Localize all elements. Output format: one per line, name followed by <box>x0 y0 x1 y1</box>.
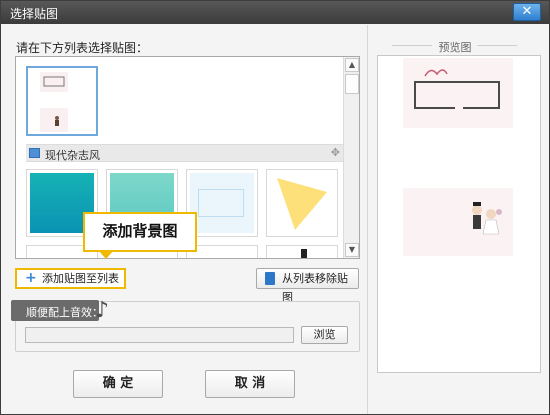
preview-bottom-card <box>403 188 513 256</box>
sticker-thumbnail-selected[interactable] <box>26 66 98 136</box>
window-title: 选择贴图 <box>10 7 59 21</box>
dark-shape-sticker <box>301 249 307 258</box>
ok-button[interactable]: 确 定 <box>73 370 163 398</box>
preview-title: 预览图 <box>438 41 472 54</box>
sound-file-input[interactable] <box>25 327 294 343</box>
sticker-preview-graphic <box>40 72 68 132</box>
light-blue-frame-sticker <box>190 173 254 233</box>
wedding-couple-graphic <box>472 202 502 235</box>
remove-sticker-button[interactable]: 从列表移除贴图 <box>256 268 359 304</box>
browse-button[interactable]: 浏览 <box>301 326 348 344</box>
sticker-thumbnail[interactable] <box>266 245 338 258</box>
scroll-thumb[interactable] <box>345 74 359 94</box>
add-sticker-label: 添加贴图至列表 <box>42 272 119 285</box>
preview-top-card <box>403 58 513 128</box>
add-sticker-button[interactable]: + 添加贴图至列表 <box>15 268 126 289</box>
choose-sticker-dialog: 选择贴图 ✕ 请在下方列表选择贴图： 现代杂志风 ✥ ▲ ▼ 添加背景图 + 添… <box>0 0 550 415</box>
category-header[interactable]: 现代杂志风 ✥ <box>26 144 344 162</box>
picture-icon <box>29 148 40 158</box>
close-button[interactable]: ✕ <box>513 3 541 21</box>
tooltip-pointer <box>99 251 113 259</box>
move-icon[interactable]: ✥ <box>331 146 340 159</box>
preview-pane <box>377 55 541 373</box>
scroll-down-icon[interactable]: ▼ <box>345 243 359 257</box>
sticker-thumbnail[interactable] <box>266 169 338 237</box>
plus-icon: + <box>25 270 37 286</box>
category-label: 现代杂志风 <box>45 149 100 162</box>
preview-frame-graphic <box>414 69 500 110</box>
yellow-triangle-sticker <box>277 178 327 230</box>
scroll-up-icon[interactable]: ▲ <box>345 58 359 72</box>
list-scrollbar[interactable]: ▲ ▼ <box>343 57 359 258</box>
panel-divider <box>367 25 368 414</box>
trash-icon <box>265 272 275 285</box>
sound-effect-label: 顺便配上音效： <box>26 306 103 319</box>
music-note-icon: ♪ <box>95 298 110 323</box>
cancel-button[interactable]: 取 消 <box>205 370 295 398</box>
close-icon: ✕ <box>521 4 533 19</box>
title-bar: 选择贴图 ✕ <box>1 1 549 24</box>
remove-sticker-label: 从列表移除贴图 <box>282 272 348 304</box>
list-instruction-label: 请在下方列表选择贴图： <box>16 41 149 55</box>
add-background-tooltip: 添加背景图 <box>83 212 197 252</box>
